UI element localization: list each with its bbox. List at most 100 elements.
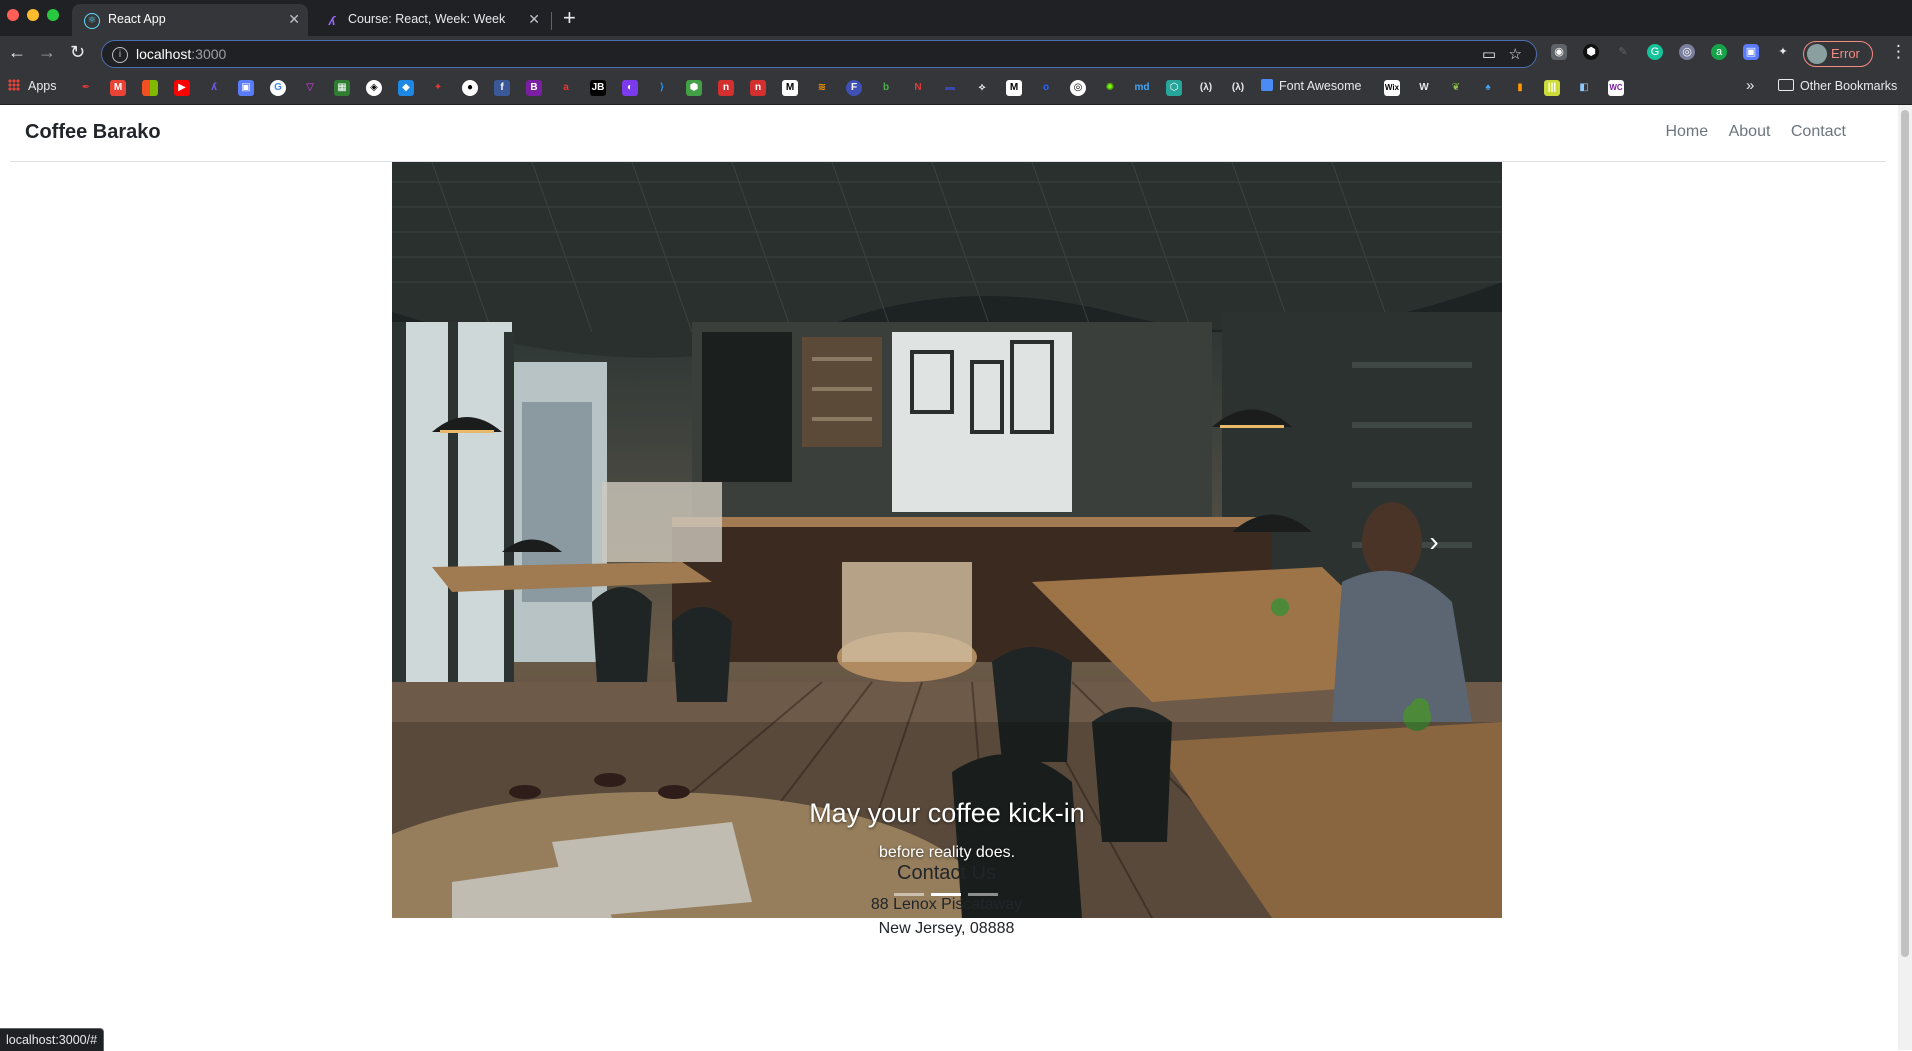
wix-icon[interactable]: Wix <box>1384 80 1400 96</box>
tab-divider <box>551 12 552 30</box>
bookmark-icon[interactable]: ▣ <box>238 80 254 96</box>
bookmark-icon[interactable]: b <box>878 80 894 96</box>
microsoft-icon[interactable] <box>142 80 158 96</box>
jetbrains-icon[interactable]: JB <box>590 80 606 96</box>
youtube-icon[interactable]: ▶ <box>174 80 190 96</box>
bookmark-icon[interactable]: md <box>1134 80 1150 96</box>
tab-title: React App <box>108 12 166 26</box>
extension-icon[interactable]: ✎ <box>1615 44 1631 60</box>
bookmark-icon[interactable]: ▮ <box>1512 80 1528 96</box>
bookmark-icon[interactable]: ✺ <box>1102 80 1118 96</box>
flag-icon <box>1261 79 1273 91</box>
bookmark-font-awesome[interactable]: Font Awesome <box>1261 79 1361 93</box>
cast-icon[interactable]: ▭ <box>1482 45 1496 63</box>
bookmark-icon[interactable]: ✦ <box>430 80 446 96</box>
tab-title: Course: React, Week: Week 3: <box>348 12 508 26</box>
medium-icon[interactable]: M <box>782 80 798 96</box>
bookmark-icon[interactable]: ⬢ <box>686 80 702 96</box>
bookmark-icon[interactable]: ✒ <box>78 80 94 96</box>
netflix-icon[interactable]: N <box>910 80 926 96</box>
vscode-icon[interactable]: ⟩ <box>654 80 670 96</box>
new-tab-button[interactable]: + <box>563 5 576 31</box>
bootstrap-icon[interactable]: B <box>526 80 542 96</box>
site-brand[interactable]: Coffee Barako <box>25 121 161 144</box>
avatar <box>1807 44 1827 64</box>
carousel-caption-title: May your coffee kick-in <box>809 798 1085 828</box>
reload-icon[interactable]: ↻ <box>70 42 85 63</box>
google-icon[interactable]: G <box>270 80 286 96</box>
nav-link-about[interactable]: About <box>1729 123 1771 140</box>
bookmark-other[interactable]: Other Bookmarks <box>1778 79 1897 93</box>
bookmark-icon[interactable]: ⬡ <box>1166 80 1182 96</box>
page-scrollbar[interactable] <box>1898 105 1912 1050</box>
bookmark-icon[interactable]: ▽ <box>302 80 318 96</box>
profile-button[interactable]: Error <box>1803 41 1873 67</box>
bookmark-icon[interactable]: ▬ <box>942 80 958 96</box>
link-status-bubble: localhost:3000/# <box>0 1028 105 1051</box>
bookmark-icon[interactable]: ≋ <box>814 80 830 96</box>
window-minimize-button[interactable] <box>27 9 39 21</box>
grammarly-icon[interactable]: G <box>1647 44 1663 60</box>
carousel-next-button[interactable]: › <box>1404 512 1464 572</box>
apps-grid-icon <box>8 79 20 91</box>
react-icon: ⚛ <box>84 13 100 29</box>
wikipedia-icon[interactable]: W <box>1416 80 1432 96</box>
window-zoom-button[interactable] <box>47 9 59 21</box>
camera-icon[interactable]: ◉ <box>1551 44 1567 60</box>
folder-icon <box>1778 79 1794 91</box>
back-arrow-icon[interactable]: ← <box>8 42 26 63</box>
bookmark-icon[interactable]: n <box>718 80 734 96</box>
close-icon[interactable]: ✕ <box>528 11 540 28</box>
hero-carousel[interactable]: › May your coffee kick-in before reality… <box>392 162 1502 918</box>
bookmark-icon[interactable]: n <box>750 80 766 96</box>
scrollbar-thumb[interactable] <box>1901 110 1909 957</box>
bookmark-icon[interactable]: ◈ <box>366 80 382 96</box>
gmail-icon[interactable]: M <box>110 80 126 96</box>
info-icon[interactable]: i <box>112 47 128 63</box>
page-content: Coffee Barako Home About Contact › May y… <box>0 105 1912 1050</box>
address-bar[interactable]: i localhost:3000 ▭ ☆ <box>101 40 1537 68</box>
course-icon: ʎ <box>328 14 336 28</box>
nav-links: Home About Contact <box>1649 123 1846 141</box>
menu-icon[interactable]: ⋮ <box>1890 42 1907 62</box>
bookmark-icon[interactable]: (λ) <box>1198 80 1214 96</box>
tab-react-app[interactable]: ⚛ React App ✕ <box>72 4 308 36</box>
star-icon[interactable]: ☆ <box>1509 45 1522 63</box>
medium-icon[interactable]: M <box>1006 80 1022 96</box>
bookmark-icon[interactable]: a <box>558 80 574 96</box>
bookmark-icon[interactable]: o <box>1038 80 1054 96</box>
bookmark-icon[interactable]: ◧ <box>1576 80 1592 96</box>
window-close-button[interactable] <box>7 9 19 21</box>
shield-extension-icon[interactable]: ⬢ <box>1583 44 1599 60</box>
extension-icon[interactable]: a <box>1711 44 1727 60</box>
nav-link-home[interactable]: Home <box>1665 123 1708 140</box>
extension-icon[interactable]: ◎ <box>1679 44 1695 60</box>
facebook-icon[interactable]: f <box>494 80 510 96</box>
bookmark-icon[interactable]: ʎ <box>206 80 222 96</box>
tab-course[interactable]: ʎ Course: React, Week: Week 3: ✕ <box>312 4 548 36</box>
profile-error-label: Error <box>1831 46 1860 61</box>
woocommerce-icon[interactable]: WC <box>1608 80 1624 96</box>
chevron-double-right-icon[interactable]: » <box>1746 77 1754 94</box>
extension-icon[interactable]: ▣ <box>1743 44 1759 60</box>
close-icon[interactable]: ✕ <box>288 11 300 28</box>
bookmark-icon[interactable]: ◎ <box>1070 80 1086 96</box>
bookmark-icon[interactable]: ⟡ <box>974 80 990 96</box>
forward-arrow-icon[interactable]: → <box>38 42 56 63</box>
github-icon[interactable]: ● <box>462 80 478 96</box>
bookmark-icon[interactable]: (λ) <box>1230 80 1246 96</box>
url-text[interactable]: localhost:3000 <box>136 46 226 62</box>
bookmark-icon[interactable]: ▦ <box>334 80 350 96</box>
bookmark-icon[interactable]: ||| <box>1544 80 1560 96</box>
nav-link-contact[interactable]: Contact <box>1791 123 1846 140</box>
contact-address-line1: 88 Lenox Piscataway <box>870 896 1023 913</box>
bookmark-icon[interactable]: F <box>846 80 862 96</box>
bookmarks-bar: Apps ✒ M ▶ ʎ ▣ G ▽ ▦ ◈ ◆ ✦ ● f B a JB ◐ … <box>0 72 1912 105</box>
bookmark-icon[interactable]: ◆ <box>398 80 414 96</box>
contact-heading: Contact Us <box>897 862 996 884</box>
leaf-icon[interactable]: ❦ <box>1448 80 1464 96</box>
bookmark-apps[interactable]: Apps <box>8 79 57 93</box>
bookmark-icon[interactable]: ♠ <box>1480 80 1496 96</box>
puzzle-icon[interactable]: ✦ <box>1775 44 1791 60</box>
bookmark-icon[interactable]: ◐ <box>622 80 638 96</box>
